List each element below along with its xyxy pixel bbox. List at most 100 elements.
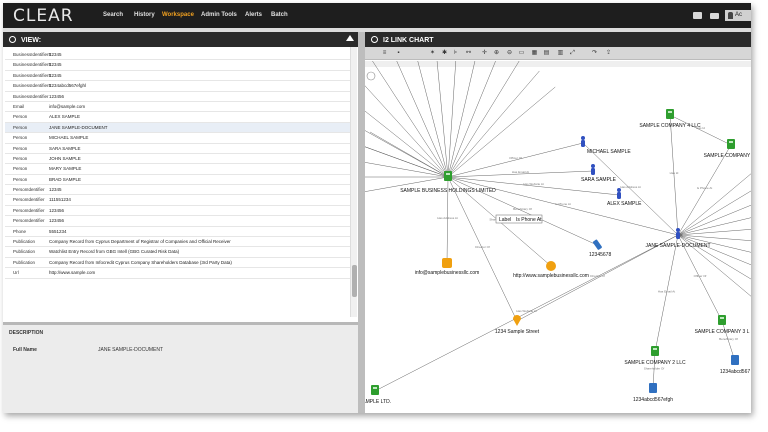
monitor-icon[interactable]: ▭ xyxy=(518,50,525,57)
nav-batch[interactable]: Batch xyxy=(271,12,288,18)
table-row[interactable]: Person JANE SAMPLE-DOCUMENT xyxy=(5,122,350,134)
chart-edge[interactable] xyxy=(447,176,518,322)
chart-edge[interactable] xyxy=(447,70,540,178)
table-row[interactable]: BusinessIdentifier 123456 xyxy=(5,92,350,102)
table-row[interactable]: Publication Company Record from Infocredi… xyxy=(5,258,350,269)
link-icon[interactable]: ⚯ xyxy=(465,50,472,57)
table-row[interactable]: Person SARA SAMPLE xyxy=(5,144,350,154)
nav-admin-tools[interactable]: Admin Tools xyxy=(201,12,237,18)
chart-edge[interactable] xyxy=(365,146,449,178)
chart-edges xyxy=(365,61,751,392)
table-row[interactable]: Email info@sample.com xyxy=(5,102,350,113)
chart-edge[interactable] xyxy=(365,73,449,178)
expand-icon[interactable]: ⤢ xyxy=(569,50,576,57)
table-icon[interactable]: ▤ xyxy=(543,50,550,57)
image-icon[interactable] xyxy=(693,12,702,19)
scrollbar-thumb[interactable] xyxy=(352,265,357,297)
chart-edge[interactable] xyxy=(374,234,679,392)
mail-icon[interactable] xyxy=(710,13,719,19)
chart-node-sc2[interactable]: SAMPLE COMPANY 2 LLC xyxy=(624,346,686,366)
link-chart-toolbar: ≡ ▪ ✶ ✱ ⊧ ⚯ ✛ ⊕ ⊖ ▭ ▦ ▤ ▥ ⤢ ↷ ⇪ xyxy=(365,47,751,60)
grid-icon[interactable]: ▪ xyxy=(395,50,402,57)
user-label: Ac xyxy=(735,12,743,18)
table-row[interactable]: Person BRAD SAMPLE xyxy=(5,175,350,186)
table-row[interactable]: PersonIdentifier 12345 xyxy=(5,185,350,196)
description-panel: DESCRIPTION Full Name JANE SAMPLE-DOCUME… xyxy=(3,322,358,413)
row-value: 123456 xyxy=(49,207,65,213)
chart-edge[interactable] xyxy=(654,234,679,353)
chart-node-sara[interactable]: SARA SAMPLE xyxy=(581,164,617,183)
settings-icon[interactable] xyxy=(371,36,378,43)
chart-edge[interactable] xyxy=(447,61,480,178)
table-row[interactable]: BusinessIdentifierE 12345 xyxy=(5,50,350,61)
chart-node-sc4[interactable]: SAMPLE COMPANY 4 LLC xyxy=(639,109,701,129)
chart-edge[interactable] xyxy=(365,109,449,178)
nav-workspace[interactable]: Workspace xyxy=(162,12,194,18)
chart-node-id2[interactable]: 1234abcd567 xyxy=(720,355,751,375)
nav-search[interactable]: Search xyxy=(103,12,123,18)
chart-back-icon[interactable] xyxy=(366,71,376,81)
zoom-out-icon[interactable]: ⊖ xyxy=(506,50,513,57)
settings-icon[interactable]: ✱ xyxy=(441,50,448,57)
grid-view-icon[interactable]: ▦ xyxy=(531,50,538,57)
export-icon[interactable]: ⇪ xyxy=(605,50,612,57)
chart-node-web[interactable]: http://www.samplebusinessllc.com xyxy=(513,261,589,279)
table-row[interactable]: BusinessIdentifierE 12345 xyxy=(5,71,350,82)
table-row[interactable]: Person ALEX SAMPLE xyxy=(5,112,350,123)
row-key: PersonIdentifier xyxy=(13,187,45,193)
company-icon xyxy=(718,315,726,325)
table-row[interactable]: Url http://www.sample.com xyxy=(5,268,350,279)
chart-node-ltd[interactable]: SAMPLE LTD. xyxy=(365,385,391,405)
table-row[interactable]: Person JOHN SAMPLE xyxy=(5,154,350,165)
chart-edge[interactable] xyxy=(669,114,732,146)
row-key: Url xyxy=(13,270,19,276)
chart-node-id1[interactable]: 1234abcd567efgh xyxy=(633,383,673,403)
chart-node-sbh[interactable]: SAMPLE BUSINESS HOLDINGS LIMITED xyxy=(400,171,496,194)
panel-splitter[interactable] xyxy=(358,32,365,413)
chart-edge[interactable] xyxy=(447,61,501,178)
node-icon[interactable]: ✶ xyxy=(429,50,436,57)
share-icon[interactable]: ↷ xyxy=(591,50,598,57)
table-row[interactable]: Person MICHAEL SAMPLE xyxy=(5,133,350,144)
table-row[interactable]: BusinessIdentifierE 12345 xyxy=(5,60,350,71)
table-row[interactable]: PersonIdentifier 123456 xyxy=(5,206,350,217)
nav-history[interactable]: History xyxy=(134,12,155,18)
chart-node-alex[interactable]: ALEX SAMPLE xyxy=(607,188,642,207)
chart-node-sc3[interactable]: SAMPLE COMPANY 3 L xyxy=(695,315,750,335)
chart-edge[interactable] xyxy=(372,61,449,178)
chart-edge[interactable] xyxy=(669,114,679,236)
chart-node-sc5[interactable]: SAMPLE COMPANY 5 L xyxy=(704,139,751,159)
move-icon[interactable]: ✛ xyxy=(481,50,488,57)
edge-tooltip: Label Is Phone At xyxy=(495,214,543,224)
menu-icon[interactable]: ≡ xyxy=(381,50,388,57)
chart-edge[interactable] xyxy=(677,207,751,236)
zoom-in-icon[interactable]: ⊕ xyxy=(493,50,500,57)
table-row[interactable]: Publication Watchlist Entry Record from G… xyxy=(5,247,350,258)
table-row[interactable]: Publication Company Record from Cyprus De… xyxy=(5,237,350,248)
table-row[interactable]: PersonIdentifier 111551234 xyxy=(5,195,350,206)
table-row[interactable]: Phone 5551234 xyxy=(5,227,350,238)
chart-node-jane[interactable]: JANE SAMPLE-DOCUMENT xyxy=(645,228,711,249)
table-row[interactable]: PersonIdentifier 123456 xyxy=(5,216,350,227)
chart-node-street[interactable]: 1234 Sample Street xyxy=(495,315,540,335)
chart-edge[interactable] xyxy=(677,158,751,236)
user-menu-button[interactable]: Ac xyxy=(725,10,751,21)
filter-icon[interactable]: ⊧ xyxy=(452,50,459,57)
link-chart-canvas[interactable]: Officer Of Has Email At Has Website At Is P… xyxy=(365,61,751,413)
collapse-icon[interactable] xyxy=(346,35,354,41)
chart-node-email[interactable]: info@samplebusinessllc.com xyxy=(415,258,480,276)
table-row[interactable]: BusinessIdentifierE 1234abcd567efghl xyxy=(5,81,350,92)
chart-edge[interactable] xyxy=(365,161,449,178)
nav-alerts[interactable]: Alerts xyxy=(245,12,262,18)
chart-edge-label: Beneficiary Of xyxy=(513,207,532,211)
chart-node-phone[interactable]: 12345678 xyxy=(589,239,611,258)
chart-node-michael[interactable]: MICHAEL SAMPLE xyxy=(581,136,631,155)
chart-edge[interactable] xyxy=(447,61,457,178)
settings-icon[interactable] xyxy=(9,36,16,43)
table-row[interactable]: Person MARY SAMPLE xyxy=(5,164,350,175)
view-scrollbar[interactable] xyxy=(350,47,357,317)
chart-edge[interactable] xyxy=(447,176,679,236)
layout-icon[interactable]: ▥ xyxy=(557,50,564,57)
chart-edge[interactable] xyxy=(582,142,679,236)
chart-edge[interactable] xyxy=(365,90,449,178)
